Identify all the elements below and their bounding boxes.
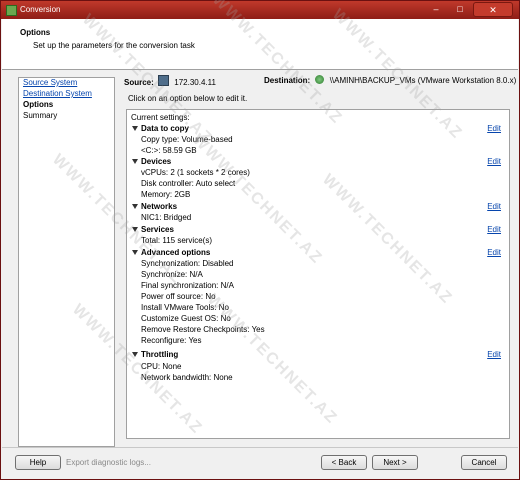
setting-row[interactable]: Total: 115 service(s) — [127, 236, 507, 247]
nav-item-summary: Summary — [23, 111, 58, 120]
section-services[interactable]: Services Edit — [127, 225, 507, 236]
title-bar[interactable]: Conversion – □ ✕ — [1, 1, 519, 19]
section-data-to-copy[interactable]: Data to copy Edit — [127, 124, 507, 135]
destination-label: Destination: — [264, 76, 311, 85]
edit-advanced-options-link[interactable]: Edit — [487, 248, 501, 257]
setting-row[interactable]: Disk controller: Auto select — [127, 179, 507, 190]
collapse-triangle-icon[interactable] — [132, 159, 138, 164]
section-networks[interactable]: Networks Edit — [127, 202, 507, 213]
nav-item-source-system[interactable]: Source System — [23, 78, 77, 87]
setting-row[interactable]: Reconfigure: Yes — [127, 336, 507, 347]
setting-row[interactable]: <C:>: 58.59 GB — [127, 146, 507, 157]
edit-data-to-copy-link[interactable]: Edit — [487, 124, 501, 133]
settings-header: Current settings: — [131, 113, 190, 122]
footer-divider — [2, 447, 518, 448]
collapse-triangle-icon[interactable] — [132, 126, 138, 131]
help-button[interactable]: Help — [15, 455, 61, 470]
back-button[interactable]: < Back — [321, 455, 367, 470]
minimize-button[interactable]: – — [425, 2, 447, 17]
cancel-button[interactable]: Cancel — [461, 455, 507, 470]
page-title: Options — [20, 28, 51, 37]
setting-row[interactable]: vCPUs: 2 (1 sockets * 2 cores) — [127, 168, 507, 179]
source-value: 172.30.4.11 — [174, 78, 216, 87]
source-info: Source: 172.30.4.11 — [124, 75, 216, 87]
wizard-nav: Source System Destination System Options… — [18, 77, 115, 447]
destination-value: \\AMINH\BACKUP_VMs (VMware Workstation 8… — [329, 76, 517, 85]
setting-row[interactable]: Remove Restore Checkpoints: Yes — [127, 325, 507, 336]
server-icon — [158, 75, 170, 86]
collapse-triangle-icon[interactable] — [132, 227, 138, 232]
setting-row[interactable]: Copy type: Volume-based — [127, 135, 507, 146]
next-button[interactable]: Next > — [372, 455, 418, 470]
section-throttling[interactable]: Throttling Edit — [127, 350, 507, 361]
collapse-triangle-icon[interactable] — [132, 352, 138, 357]
setting-row[interactable]: CPU: None — [127, 362, 507, 373]
vm-icon — [315, 75, 325, 84]
setting-row[interactable]: Synchronize: N/A — [127, 270, 507, 281]
edit-networks-link[interactable]: Edit — [487, 202, 501, 211]
close-button[interactable]: ✕ — [473, 2, 513, 17]
setting-row[interactable]: Memory: 2GB — [127, 190, 507, 201]
nav-item-destination-system[interactable]: Destination System — [23, 89, 92, 98]
window-title: Conversion — [20, 5, 61, 14]
setting-row[interactable]: Final synchronization: N/A — [127, 281, 507, 292]
section-devices[interactable]: Devices Edit — [127, 157, 507, 168]
edit-hint: Click on an option below to edit it. — [128, 94, 248, 103]
setting-row[interactable]: Install VMware Tools: No — [127, 303, 507, 314]
setting-row[interactable]: Network bandwidth: None — [127, 373, 507, 384]
edit-throttling-link[interactable]: Edit — [487, 350, 501, 359]
settings-list: Current settings: Data to copy Edit Copy… — [126, 109, 510, 439]
collapse-triangle-icon[interactable] — [132, 250, 138, 255]
conversion-window: Conversion – □ ✕ Options Set up the para… — [0, 0, 520, 480]
app-icon — [6, 5, 17, 16]
source-label: Source: — [124, 78, 154, 87]
section-advanced-options[interactable]: Advanced options Edit — [127, 248, 507, 259]
wizard-header: Options Set up the parameters for the co… — [2, 19, 518, 70]
setting-row[interactable]: Power off source: No — [127, 292, 507, 303]
setting-row[interactable]: NIC1: Bridged — [127, 213, 507, 224]
destination-info: Destination: \\AMINH\BACKUP_VMs (VMware … — [264, 75, 516, 85]
maximize-button[interactable]: □ — [449, 2, 471, 17]
edit-services-link[interactable]: Edit — [487, 225, 501, 234]
setting-row[interactable]: Customize Guest OS: No — [127, 314, 507, 325]
page-subtitle: Set up the parameters for the conversion… — [33, 41, 195, 50]
setting-row[interactable]: Synchronization: Disabled — [127, 259, 507, 270]
export-diagnostic-logs-button: Export diagnostic logs... — [66, 458, 151, 467]
nav-item-options: Options — [23, 100, 54, 109]
collapse-triangle-icon[interactable] — [132, 204, 138, 209]
edit-devices-link[interactable]: Edit — [487, 157, 501, 166]
